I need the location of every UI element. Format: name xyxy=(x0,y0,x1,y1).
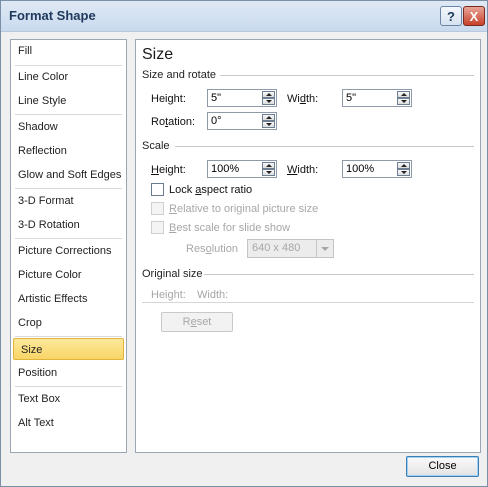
sidebar-item-label: Line Color xyxy=(18,71,69,83)
sidebar-item-label: Picture Color xyxy=(18,269,82,281)
best-scale-label: Best scale for slide show xyxy=(169,222,291,234)
sidebar-item-fill[interactable]: Fill xyxy=(11,40,126,62)
original-height-label: Height: xyxy=(151,289,186,301)
sidebar-item-label: Line Style xyxy=(18,95,67,107)
close-button[interactable]: Close xyxy=(406,456,479,477)
sidebar-item-position[interactable]: Position xyxy=(11,362,126,384)
sidebar-item-size[interactable]: Size xyxy=(13,338,124,360)
rotation-value[interactable]: 0° xyxy=(211,115,222,127)
sidebar-item-picture-corrections[interactable]: Picture Corrections xyxy=(11,240,126,262)
sidebar-item-label: Artistic Effects xyxy=(18,293,88,305)
format-shape-dialog: Format Shape ? X Fill Line Color Line St… xyxy=(0,0,488,487)
spin-down-icon[interactable] xyxy=(262,98,275,105)
chevron-down-icon xyxy=(316,240,333,257)
sidebar-item-alt-text[interactable]: Alt Text xyxy=(11,412,126,434)
window-close-button[interactable]: X xyxy=(463,6,485,26)
dialog-title: Format Shape xyxy=(9,8,96,23)
scale-height-spinner[interactable]: 100% xyxy=(207,160,277,178)
width-spinner[interactable]: 5" xyxy=(342,89,412,107)
spin-down-icon[interactable] xyxy=(397,98,410,105)
spin-up-icon[interactable] xyxy=(397,162,410,169)
category-list: Fill Line Color Line Style Shadow Reflec… xyxy=(10,39,127,453)
panel-heading: Size xyxy=(142,46,174,63)
spin-down-icon[interactable] xyxy=(262,169,275,176)
sidebar-item-reflection[interactable]: Reflection xyxy=(11,140,126,162)
sidebar-item-label: Shadow xyxy=(18,121,58,133)
reset-button: Reset xyxy=(161,312,233,332)
sidebar-item-text-box[interactable]: Text Box xyxy=(11,388,126,410)
scale-width-spinner[interactable]: 100% xyxy=(342,160,412,178)
sidebar-item-glow[interactable]: Glow and Soft Edges xyxy=(11,164,126,186)
original-width-label: Width: xyxy=(197,289,229,301)
original-size-group-label: Original size xyxy=(142,268,203,280)
sidebar-item-label: Reflection xyxy=(18,145,67,157)
size-rotate-group-label: Size and rotate xyxy=(142,69,216,81)
divider xyxy=(15,336,122,337)
spin-up-icon[interactable] xyxy=(262,114,275,121)
sidebar-item-label: Text Box xyxy=(18,393,61,405)
group-separator xyxy=(175,146,474,147)
relative-size-label: Relative to original picture size xyxy=(169,203,319,215)
spin-up-icon[interactable] xyxy=(262,162,275,169)
close-icon: X xyxy=(469,8,479,24)
sidebar-item-label: Crop xyxy=(18,317,42,329)
size-settings-panel: Size Size and rotate Height: 5" Width: 5… xyxy=(135,39,481,453)
sidebar-item-label: Size xyxy=(21,344,43,356)
rotation-label: Rotation: xyxy=(151,116,196,128)
sidebar-item-crop[interactable]: Crop xyxy=(11,312,126,334)
sidebar-item-line-color[interactable]: Line Color xyxy=(11,66,126,88)
width-label: Width: xyxy=(287,93,319,105)
spin-down-icon[interactable] xyxy=(397,169,410,176)
scale-width-value[interactable]: 100% xyxy=(346,163,374,175)
resolution-value: 640 x 480 xyxy=(252,242,301,254)
title-bar: Format Shape ? X xyxy=(1,1,487,32)
height-value[interactable]: 5" xyxy=(211,92,221,104)
spin-up-icon[interactable] xyxy=(397,91,410,98)
original-size-separator xyxy=(142,302,474,303)
divider xyxy=(15,114,122,115)
divider xyxy=(15,238,122,239)
lock-aspect-label[interactable]: Lock aspect ratio xyxy=(169,184,252,196)
sidebar-item-label: Picture Corrections xyxy=(18,245,112,257)
sidebar-item-label: Position xyxy=(18,367,58,379)
resolution-label: Resolution xyxy=(186,243,238,255)
group-separator xyxy=(204,274,474,275)
sidebar-item-3d-format[interactable]: 3-D Format xyxy=(11,190,126,212)
scale-group-label: Scale xyxy=(142,140,170,152)
divider xyxy=(15,386,122,387)
height-spinner[interactable]: 5" xyxy=(207,89,277,107)
best-scale-checkbox xyxy=(151,221,164,234)
sidebar-item-picture-color[interactable]: Picture Color xyxy=(11,264,126,286)
spin-down-icon[interactable] xyxy=(262,121,275,128)
sidebar-item-label: Fill xyxy=(18,45,33,57)
divider xyxy=(15,188,122,189)
help-icon: ? xyxy=(447,8,455,24)
scale-height-label: Height: xyxy=(151,164,186,176)
relative-size-checkbox xyxy=(151,202,164,215)
width-value[interactable]: 5" xyxy=(346,92,356,104)
sidebar-item-line-style[interactable]: Line Style xyxy=(11,90,126,112)
sidebar-item-label: Alt Text xyxy=(18,417,54,429)
sidebar-item-artistic-effects[interactable]: Artistic Effects xyxy=(11,288,126,310)
rotation-spinner[interactable]: 0° xyxy=(207,112,277,130)
lock-aspect-checkbox[interactable] xyxy=(151,183,164,196)
height-label: Height: xyxy=(151,93,186,105)
sidebar-item-label: 3-D Rotation xyxy=(18,219,80,231)
help-button[interactable]: ? xyxy=(440,6,462,26)
scale-width-label: Width: xyxy=(287,164,319,176)
spin-up-icon[interactable] xyxy=(262,91,275,98)
group-separator xyxy=(220,75,474,76)
scale-height-value[interactable]: 100% xyxy=(211,163,239,175)
resolution-select: 640 x 480 xyxy=(247,239,334,258)
sidebar-item-shadow[interactable]: Shadow xyxy=(11,116,126,138)
sidebar-item-label: Glow and Soft Edges xyxy=(18,169,122,181)
sidebar-item-3d-rotation[interactable]: 3-D Rotation xyxy=(11,214,126,236)
sidebar-item-label: 3-D Format xyxy=(18,195,74,207)
